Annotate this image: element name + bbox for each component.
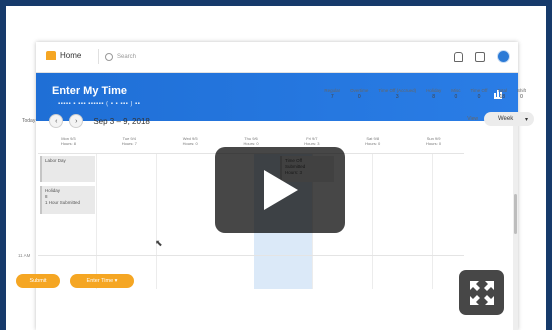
day-header: Sat 9/8 Hours: 0: [342, 136, 403, 150]
view-value: Week: [498, 116, 514, 122]
view-control: View Week ▾: [467, 112, 534, 126]
total-value: 0: [520, 94, 523, 100]
total-label: Misc: [451, 88, 461, 93]
mouse-cursor-icon: ⬉: [155, 238, 163, 248]
total-label: Time Off: [470, 88, 488, 93]
chevron-down-icon: ▾: [524, 116, 528, 123]
total-item: Shift 0: [517, 88, 526, 100]
total-item: Regular 7: [324, 88, 340, 100]
totals-summary: Regular 7 Overtime 0 Time Off (Accrued) 3 Holi…: [324, 88, 526, 100]
search-icon: [105, 52, 113, 61]
total-value: 18: [499, 94, 505, 100]
view-label: View: [467, 116, 478, 122]
day-hours: Hours: 3: [304, 141, 320, 146]
day-hours: Hours: 7: [121, 141, 137, 146]
expand-icon: [469, 280, 494, 305]
calendar-event-labor-day[interactable]: Labor Day: [40, 156, 95, 182]
day-column[interactable]: [98, 154, 157, 289]
total-item: Holiday 8: [426, 88, 441, 100]
day-hours: Hours: 0: [182, 141, 198, 146]
day-header: Wed 9/5 Hours: 0: [160, 136, 221, 150]
total-item: Time Off (Accrued) 3: [378, 88, 416, 100]
home-link[interactable]: Home: [46, 51, 81, 60]
page-subtitle: ▪▪▪▪▪ ▪ ▪▪▪ ▪▪▪▪▪▪ ( ▪ ▪ ▪▪▪ ) ▪▪: [58, 101, 141, 107]
search-placeholder: Search: [117, 53, 137, 60]
play-button[interactable]: [215, 147, 345, 233]
scrollbar-thumb[interactable]: [514, 194, 517, 234]
total-item: Overtime 0: [350, 88, 368, 100]
next-week-button[interactable]: ›: [69, 114, 84, 128]
total-value: 7: [330, 94, 334, 100]
total-label: Total: [497, 88, 507, 93]
total-label: Holiday: [426, 88, 442, 93]
prev-week-button[interactable]: ‹: [49, 114, 64, 128]
date-navigation: Today ‹ › Sep 3 – 9, 2018: [22, 114, 150, 128]
day-header: Tue 9/4 Hours: 7: [99, 136, 160, 150]
total-label: Time Off (Accrued): [378, 88, 417, 93]
total-value: 0: [454, 94, 458, 100]
total-label: Regular: [324, 88, 341, 93]
day-hours: Hours: 8: [60, 141, 76, 146]
total-label: Shift: [516, 88, 526, 93]
day-header: Sun 9/9 Hours: 0: [403, 136, 464, 150]
total-value: 0: [477, 94, 481, 100]
day-hours: Hours: 0: [365, 141, 381, 146]
total-item: Time Off 0: [470, 88, 487, 100]
top-bar: Home Search: [36, 42, 518, 73]
top-icons: [454, 50, 510, 63]
day-column[interactable]: [434, 154, 493, 289]
day-hours: Hours: 0: [243, 141, 259, 146]
date-range: Sep 3 – 9, 2018: [93, 116, 150, 126]
avatar[interactable]: [497, 50, 510, 63]
view-select[interactable]: Week ▾: [484, 112, 534, 126]
scrollbar[interactable]: [513, 122, 518, 330]
hour-line: [38, 255, 464, 256]
page-title: Enter My Time: [52, 85, 127, 97]
home-label: Home: [60, 51, 82, 60]
calendar-event-holiday[interactable]: Holiday 8 1 Hour Submitted: [40, 186, 95, 214]
total-value: 8: [432, 94, 436, 100]
fullscreen-button[interactable]: [459, 270, 504, 315]
play-icon: [264, 170, 298, 210]
inbox-icon[interactable]: [475, 51, 485, 62]
bell-icon[interactable]: [454, 51, 463, 62]
day-hours: Hours: 0: [426, 141, 442, 146]
home-icon: [46, 51, 56, 60]
total-item: Total 18: [497, 88, 507, 100]
time-marker: 11 AM: [18, 253, 31, 258]
today-button[interactable]: Today: [22, 118, 35, 124]
day-header: Mon 9/3 Hours: 8: [38, 136, 99, 150]
submit-button[interactable]: Submit: [16, 274, 60, 288]
total-value: 3: [395, 94, 399, 100]
day-column[interactable]: [374, 154, 433, 289]
search-input[interactable]: Search: [98, 49, 225, 64]
total-value: 0: [357, 94, 361, 100]
enter-time-button[interactable]: Enter Time ▾: [70, 274, 134, 288]
total-label: Overtime: [350, 88, 369, 93]
total-item: Misc 0: [451, 88, 460, 100]
